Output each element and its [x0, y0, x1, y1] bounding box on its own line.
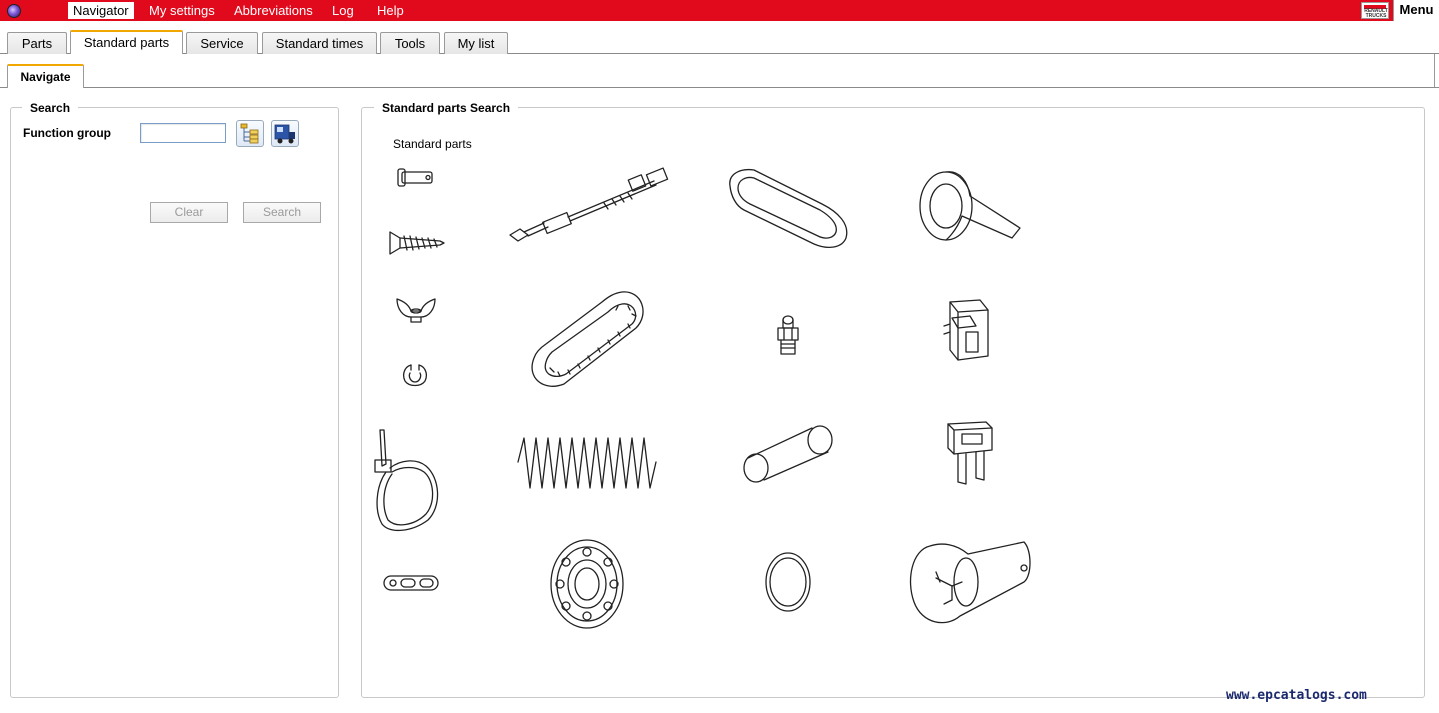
tab-service[interactable]: Service	[186, 32, 258, 54]
clear-button[interactable]: Clear	[150, 202, 228, 223]
tree-structure-icon[interactable]	[236, 120, 264, 147]
fuse-icon[interactable]	[944, 418, 996, 488]
standard-parts-group-label: Standard parts	[393, 137, 472, 151]
menu-help[interactable]: Help	[372, 2, 409, 19]
tab-my-list[interactable]: My list	[444, 32, 508, 54]
o-ring-icon[interactable]	[762, 550, 814, 614]
menu-button[interactable]: Menu	[1393, 0, 1439, 21]
search-panel	[10, 107, 339, 698]
search-panel-legend: Search	[22, 101, 79, 115]
tape-roll-icon[interactable]	[916, 166, 1024, 246]
standard-parts-panel-legend: Standard parts Search	[374, 101, 519, 115]
truck-icon[interactable]	[271, 120, 299, 147]
content-edge	[1434, 54, 1435, 88]
menu-my-settings[interactable]: My settings	[144, 2, 220, 19]
tab-navigate[interactable]: Navigate	[7, 64, 84, 88]
sub-tabs-divider	[0, 87, 1439, 88]
switch-icon[interactable]	[940, 296, 998, 366]
tab-parts[interactable]: Parts	[7, 32, 67, 54]
bulb-icon[interactable]	[908, 536, 1032, 630]
tab-standard-times[interactable]: Standard times	[262, 32, 377, 54]
menu-bar: Navigator My settings Abbreviations Log …	[0, 0, 1439, 21]
circlip-icon[interactable]	[400, 361, 430, 389]
menu-log[interactable]: Log	[327, 2, 359, 19]
tab-standard-parts[interactable]: Standard parts	[70, 30, 183, 54]
brand-logo: RENAULT TRUCKS	[1361, 2, 1389, 19]
spring-icon[interactable]	[514, 432, 660, 494]
screw-icon[interactable]	[386, 228, 448, 258]
function-group-label: Function group	[23, 126, 111, 140]
clevis-pin-icon[interactable]	[394, 166, 440, 190]
flat-belt-icon[interactable]	[726, 166, 850, 250]
toothed-belt-icon[interactable]	[524, 288, 652, 392]
menu-navigator[interactable]: Navigator	[68, 2, 134, 19]
tube-icon[interactable]	[738, 422, 838, 486]
wing-nut-icon[interactable]	[393, 295, 439, 325]
ball-bearing-icon[interactable]	[546, 536, 628, 632]
brand-logo-text: RENAULT TRUCKS	[1364, 8, 1388, 19]
tab-tools[interactable]: Tools	[380, 32, 440, 54]
search-button[interactable]: Search	[243, 202, 321, 223]
multi-hole-clip-icon[interactable]	[382, 572, 440, 594]
globe-icon[interactable]	[7, 4, 21, 18]
grease-nipple-icon[interactable]	[774, 314, 802, 358]
threaded-rod-icon[interactable]	[504, 165, 670, 247]
cable-tie-icon[interactable]	[372, 426, 444, 534]
menu-abbreviations[interactable]: Abbreviations	[229, 2, 318, 19]
watermark-text: www.epcatalogs.com	[1226, 688, 1367, 703]
function-group-input[interactable]	[140, 123, 226, 143]
